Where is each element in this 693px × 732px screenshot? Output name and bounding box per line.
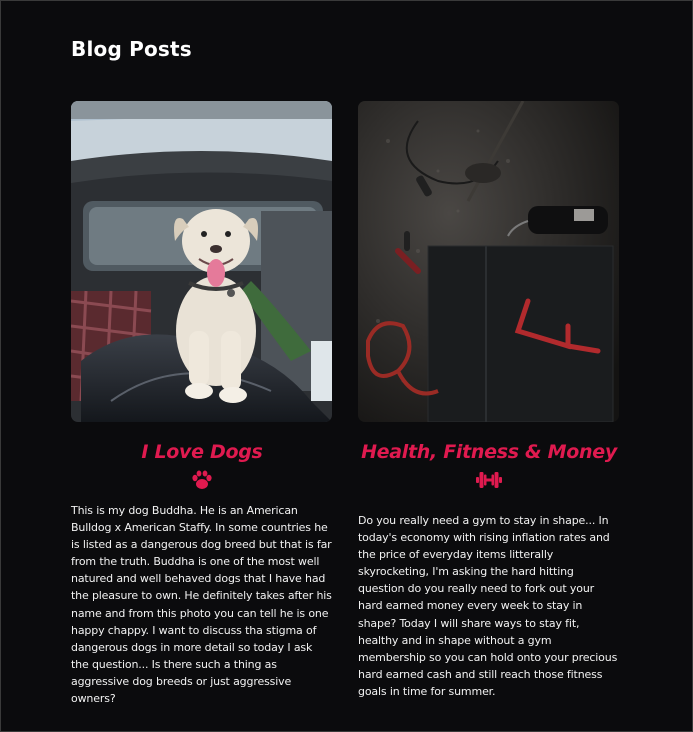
fitness-photo[interactable] (358, 101, 619, 422)
paw-icon (71, 470, 333, 492)
blog-post-card[interactable]: I Love Dogs This is my dog Buddha. He is… (71, 101, 333, 707)
post-excerpt: Do you really need a gym to stay in shap… (358, 514, 618, 698)
dumbbell-icon (358, 470, 620, 492)
post-title[interactable]: Health, Fitness & Money (358, 436, 620, 468)
post-title[interactable]: I Love Dogs (71, 436, 333, 468)
dog-photo[interactable] (71, 101, 332, 422)
page-title: Blog Posts (71, 37, 192, 61)
blog-post-card[interactable]: Health, Fitness & Money Do you really ne… (358, 101, 620, 700)
page-frame: Blog Posts I Love Dogs This is my dog Bu… (0, 0, 693, 732)
post-excerpt: This is my dog Buddha. He is an American… (71, 504, 332, 706)
